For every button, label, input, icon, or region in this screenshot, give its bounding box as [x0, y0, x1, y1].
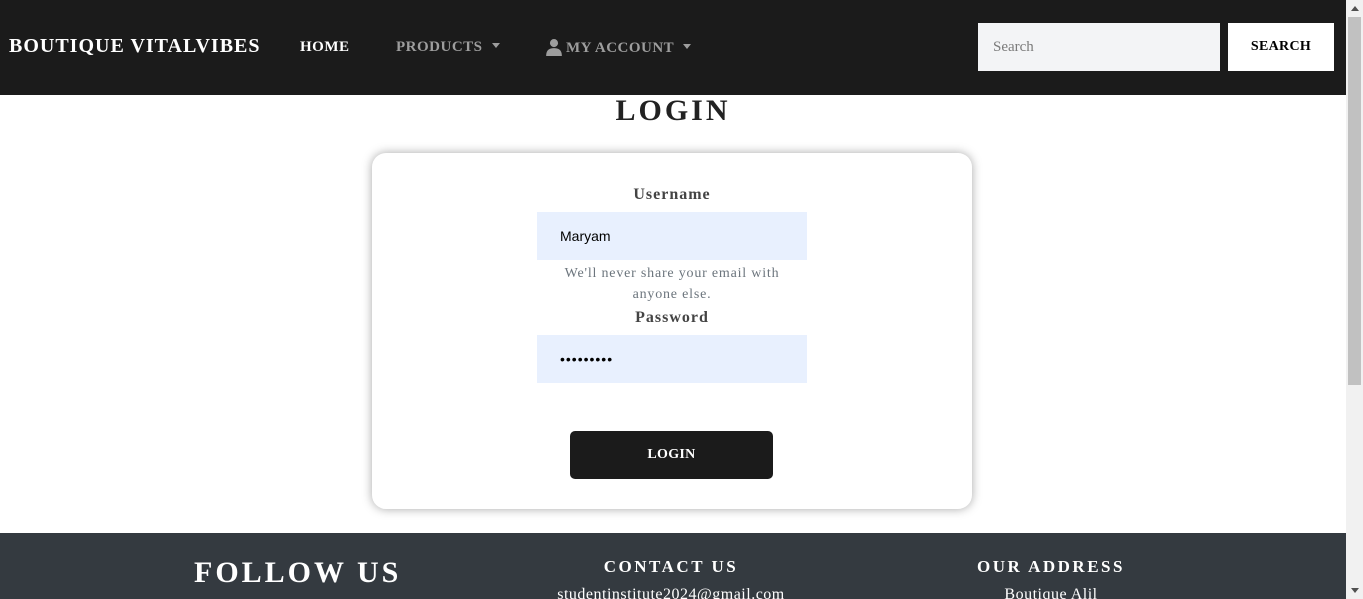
navbar: BOUTIQUE VITALVIBES HOME PRODUCTS MY ACC…	[0, 0, 1346, 95]
contact-email[interactable]: studentinstitute2024@gmail.com	[500, 586, 842, 599]
address-line: Boutique Alil	[1004, 586, 1098, 599]
email-help-text: We'll never share your email with anyone…	[564, 266, 780, 302]
login-card: Username We'll never share your email wi…	[372, 153, 972, 509]
nav-account-dropdown[interactable]: MY ACCOUNT	[545, 39, 692, 57]
login-button[interactable]: LOGIN	[570, 431, 773, 479]
scrollbar-thumb[interactable]	[1348, 17, 1361, 385]
nav-products-label: PRODUCTS	[396, 39, 483, 55]
page-title: LOGIN	[615, 94, 731, 127]
nav-home-link[interactable]: HOME	[300, 39, 350, 56]
chevron-down-icon	[491, 43, 500, 49]
search-input[interactable]	[978, 23, 1220, 71]
password-input[interactable]	[537, 335, 807, 383]
nav-products-dropdown[interactable]: PRODUCTS	[396, 39, 500, 56]
chevron-down-icon	[683, 43, 692, 49]
user-icon	[546, 39, 562, 56]
password-label: Password	[635, 309, 709, 326]
scroll-up-arrow-icon[interactable]	[1346, 0, 1363, 17]
footer: FOLLOW US CONTACT US studentinstitute202…	[0, 533, 1346, 599]
address-heading: OUR ADDRESS	[977, 557, 1125, 576]
search-button[interactable]: SEARCH	[1228, 23, 1334, 71]
brand-logo[interactable]: BOUTIQUE VITALVIBES	[9, 35, 261, 58]
vertical-scrollbar[interactable]	[1346, 0, 1363, 599]
page: BOUTIQUE VITALVIBES HOME PRODUCTS MY ACC…	[0, 0, 1346, 599]
follow-us-heading: FOLLOW US	[194, 556, 402, 589]
contact-us-heading: CONTACT US	[603, 557, 739, 576]
scroll-down-arrow-icon[interactable]	[1346, 582, 1363, 599]
username-label: Username	[633, 186, 711, 203]
nav-account-label: MY ACCOUNT	[566, 39, 675, 56]
username-input[interactable]	[537, 212, 807, 260]
